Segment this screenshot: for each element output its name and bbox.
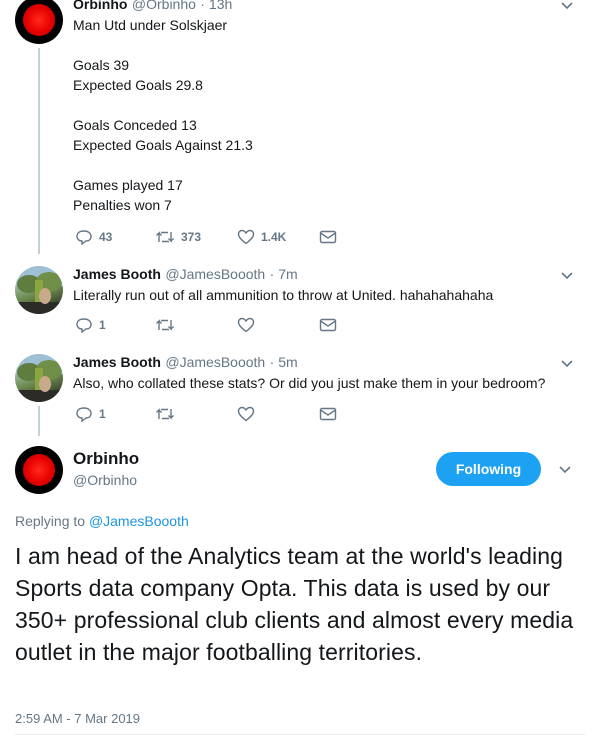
author-handle[interactable]: @JamesBoooth	[165, 266, 265, 282]
tweet-header: Orbinho @Orbinho · 13h	[73, 0, 232, 14]
tweet-2[interactable]: James Booth @JamesBoooth · 7m Literally …	[0, 258, 600, 346]
reply-button[interactable]: 43	[75, 229, 155, 245]
tweet-time[interactable]: · 7m	[270, 266, 298, 282]
envelope-icon	[319, 318, 337, 332]
tweet-line: Penalties won 7	[73, 197, 172, 213]
following-button[interactable]: Following	[436, 452, 541, 486]
author-handle[interactable]: @JamesBoooth	[165, 354, 265, 370]
tweet-1[interactable]: Orbinho @Orbinho · 13h Man Utd under Sol…	[0, 0, 600, 258]
envelope-icon	[319, 230, 337, 244]
main-tweet: Orbinho @Orbinho Following Replying to @…	[0, 436, 600, 737]
heart-icon	[237, 229, 255, 245]
tweet-time[interactable]: · 5m	[270, 354, 298, 370]
message-button[interactable]	[319, 318, 337, 332]
tweet-body: Man Utd under Solskjaer Goals 39 Expecte…	[73, 15, 553, 215]
retweet-count: 373	[181, 230, 202, 244]
message-button[interactable]	[319, 407, 337, 421]
author-handle[interactable]: @Orbinho	[132, 0, 196, 12]
reply-icon	[75, 229, 93, 245]
tweet-time[interactable]: · 13h	[200, 0, 232, 12]
heart-icon	[237, 317, 255, 333]
chevron-down-icon[interactable]	[560, 358, 574, 372]
retweet-button[interactable]	[155, 318, 237, 332]
avatar[interactable]	[15, 354, 63, 402]
reply-icon	[75, 406, 93, 422]
thread-line	[38, 48, 40, 254]
tweet-body: Also, who collated these stats? Or did y…	[73, 375, 546, 391]
avatar[interactable]	[15, 0, 63, 44]
reply-count: 1	[99, 318, 106, 332]
main-tweet-text: I am head of the Analytics team at the w…	[15, 543, 574, 665]
tweet-line	[73, 155, 553, 175]
replying-to: Replying to @JamesBoooth	[15, 513, 189, 529]
tweet-body: Literally run out of all ammunition to t…	[73, 287, 494, 303]
chevron-down-icon[interactable]	[560, 0, 574, 14]
retweet-button[interactable]	[155, 407, 237, 421]
tweet-line	[73, 95, 553, 115]
heart-icon	[237, 406, 255, 422]
chevron-down-icon[interactable]	[558, 464, 572, 478]
tweet-header: James Booth @JamesBoooth · 5m	[73, 354, 298, 372]
chevron-down-icon[interactable]	[560, 270, 574, 284]
divider	[15, 734, 585, 735]
tweet-line: Man Utd under Solskjaer	[73, 17, 228, 33]
reply-count: 43	[99, 230, 113, 244]
tweet-line: Games played 17	[73, 177, 183, 193]
replying-to-link[interactable]: @JamesBoooth	[89, 513, 189, 529]
author-name[interactable]: Orbinho	[73, 0, 127, 12]
tweet-timestamp[interactable]: 2:59 AM - 7 Mar 2019	[15, 711, 140, 726]
message-button[interactable]	[319, 230, 337, 244]
tweet-actions: 1	[75, 317, 337, 333]
retweet-button[interactable]: 373	[155, 230, 237, 244]
tweet-line	[73, 35, 553, 55]
replying-prefix: Replying to	[15, 513, 86, 529]
tweet-line: Goals Conceded 13	[73, 117, 197, 133]
avatar-image	[15, 266, 63, 314]
reply-button[interactable]: 1	[75, 406, 155, 422]
like-count: 1.4K	[261, 230, 287, 244]
tweet-actions: 43 373 1.4K	[75, 229, 337, 245]
avatar-image	[15, 354, 63, 402]
author-name[interactable]: James Booth	[73, 266, 161, 282]
tweet-3[interactable]: James Booth @JamesBoooth · 5m Also, who …	[0, 346, 600, 436]
reply-button[interactable]: 1	[75, 317, 155, 333]
tweet-line: Expected Goals Against 21.3	[73, 137, 253, 153]
avatar[interactable]	[15, 266, 63, 314]
author-name[interactable]: James Booth	[73, 354, 161, 370]
envelope-icon	[319, 407, 337, 421]
retweet-icon	[155, 230, 175, 244]
avatar-image	[23, 4, 55, 36]
retweet-icon	[155, 407, 175, 421]
author-name[interactable]: Orbinho	[73, 449, 139, 469]
tweet-line: Expected Goals 29.8	[73, 77, 203, 93]
tweet-line: Goals 39	[73, 57, 130, 73]
retweet-icon	[155, 318, 175, 332]
author-handle[interactable]: @Orbinho	[73, 472, 137, 488]
like-button[interactable]	[237, 317, 319, 333]
like-button[interactable]	[237, 406, 319, 422]
avatar[interactable]	[15, 446, 63, 494]
tweet-actions: 1	[75, 406, 337, 422]
like-button[interactable]: 1.4K	[237, 229, 319, 245]
avatar-image	[23, 454, 55, 486]
tweet-header: James Booth @JamesBoooth · 7m	[73, 266, 298, 284]
reply-count: 1	[99, 407, 106, 421]
reply-icon	[75, 317, 93, 333]
thread-line	[38, 406, 40, 436]
